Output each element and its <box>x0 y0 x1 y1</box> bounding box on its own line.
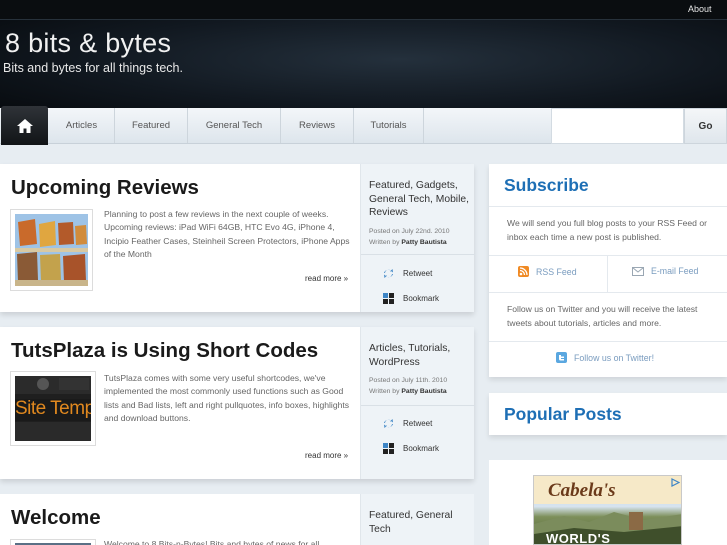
nav-item-featured[interactable]: Featured <box>115 108 188 143</box>
bookmark-icon <box>383 443 394 454</box>
written-by-label: Written by <box>369 388 400 395</box>
post-excerpt: Planning to post a few reviews in the ne… <box>104 209 350 259</box>
ad-brand: Cabela's <box>548 480 616 501</box>
retweet-icon <box>384 419 393 428</box>
post-author-line: Written by Patty Bautista <box>369 386 447 397</box>
written-by-label: Written by <box>369 239 400 246</box>
post-author[interactable]: Patty Bautista <box>401 239 446 246</box>
email-feed-link[interactable]: E-mail Feed <box>632 266 698 276</box>
site-header: About 8 bits & bytes Bits and bytes for … <box>0 0 727 108</box>
post-author-line: Written by Patty Bautista <box>369 237 447 248</box>
ad-text: WORLD'S <box>546 531 611 545</box>
home-icon <box>16 118 33 133</box>
twitter-icon <box>556 352 567 363</box>
read-more-link[interactable]: read more » <box>305 274 348 283</box>
about-link[interactable]: About <box>688 4 712 14</box>
subscribe-widget: Subscribe We will send you full blog pos… <box>489 164 727 377</box>
email-icon <box>632 266 644 276</box>
bookmark-button[interactable]: Bookmark <box>383 293 439 304</box>
post-categories[interactable]: Featured, General Tech <box>369 509 471 536</box>
post-author[interactable]: Patty Bautista <box>401 388 446 395</box>
read-more-link[interactable]: read more » <box>305 451 348 460</box>
post-welcome: Welcome Welcome to 8 Bits-n-Bytes! Bits … <box>0 494 474 545</box>
post-thumbnail[interactable]: Site Templ <box>10 371 96 446</box>
main-nav: Articles Featured General Tech Reviews T… <box>0 106 727 145</box>
ad-info-icon <box>671 478 680 487</box>
post-title[interactable]: Welcome <box>11 506 101 530</box>
post-categories[interactable]: Articles, Tutorials, WordPress <box>369 342 471 369</box>
post-categories[interactable]: Featured, Gadgets, General Tech, Mobile,… <box>369 179 471 220</box>
post-tutsplaza-short-codes: TutsPlaza is Using Short Codes Site Temp… <box>0 327 475 479</box>
popular-posts-title: Popular Posts <box>504 404 622 424</box>
bookmark-icon <box>383 293 394 304</box>
retweet-button[interactable]: Retweet <box>383 268 432 279</box>
site-title[interactable]: 8 bits & bytes <box>5 28 171 59</box>
post-date: Posted on July 22nd. 2010 <box>369 228 450 235</box>
search-go-button[interactable]: Go <box>684 108 727 144</box>
top-bar: About <box>0 0 727 20</box>
post-upcoming-reviews: Upcoming Reviews Planning to post a few … <box>0 164 475 312</box>
post-date: Posted on July 11th. 2010 <box>369 377 448 384</box>
post-excerpt: TutsPlaza comes with some very useful sh… <box>104 373 350 423</box>
advertisement[interactable]: Cabela's WORLD'S <box>533 475 682 545</box>
post-title[interactable]: Upcoming Reviews <box>11 176 199 200</box>
nav-item-general-tech[interactable]: General Tech <box>188 108 281 143</box>
post-meta-panel: Featured, General Tech <box>360 494 474 545</box>
nav-item-reviews[interactable]: Reviews <box>281 108 354 143</box>
bookmark-button[interactable]: Bookmark <box>383 443 439 454</box>
nav-item-tutorials[interactable]: Tutorials <box>354 108 424 143</box>
follow-twitter-link[interactable]: Follow us on Twitter! <box>556 352 654 363</box>
retweet-icon <box>384 269 393 278</box>
thumb-caption: Site Templ <box>15 398 91 419</box>
neon-sign-image <box>15 214 88 286</box>
search-input[interactable] <box>551 108 684 144</box>
subscribe-title: Subscribe <box>504 175 589 195</box>
post-excerpt: Welcome to 8 Bits-n-Bytes! Bits and byte… <box>104 539 320 545</box>
ad-widget: Cabela's WORLD'S <box>489 460 727 545</box>
post-meta-panel: Articles, Tutorials, WordPress Posted on… <box>360 327 475 479</box>
post-thumbnail[interactable] <box>10 539 96 545</box>
home-button[interactable] <box>1 106 48 145</box>
nav-item-articles[interactable]: Articles <box>49 108 115 143</box>
popular-posts-widget: Popular Posts <box>489 393 727 435</box>
twitter-text: Follow us on Twitter and you will receiv… <box>507 304 698 328</box>
retweet-button[interactable]: Retweet <box>383 418 432 429</box>
post-thumbnail[interactable] <box>10 209 93 291</box>
site-tagline: Bits and bytes for all things tech. <box>3 61 183 75</box>
rss-icon <box>518 266 529 277</box>
subscribe-text: We will send you full blog posts to your… <box>507 218 707 242</box>
post-meta-panel: Featured, Gadgets, General Tech, Mobile,… <box>360 164 475 312</box>
rss-feed-link[interactable]: RSS Feed <box>518 266 577 277</box>
post-title[interactable]: TutsPlaza is Using Short Codes <box>11 339 318 363</box>
